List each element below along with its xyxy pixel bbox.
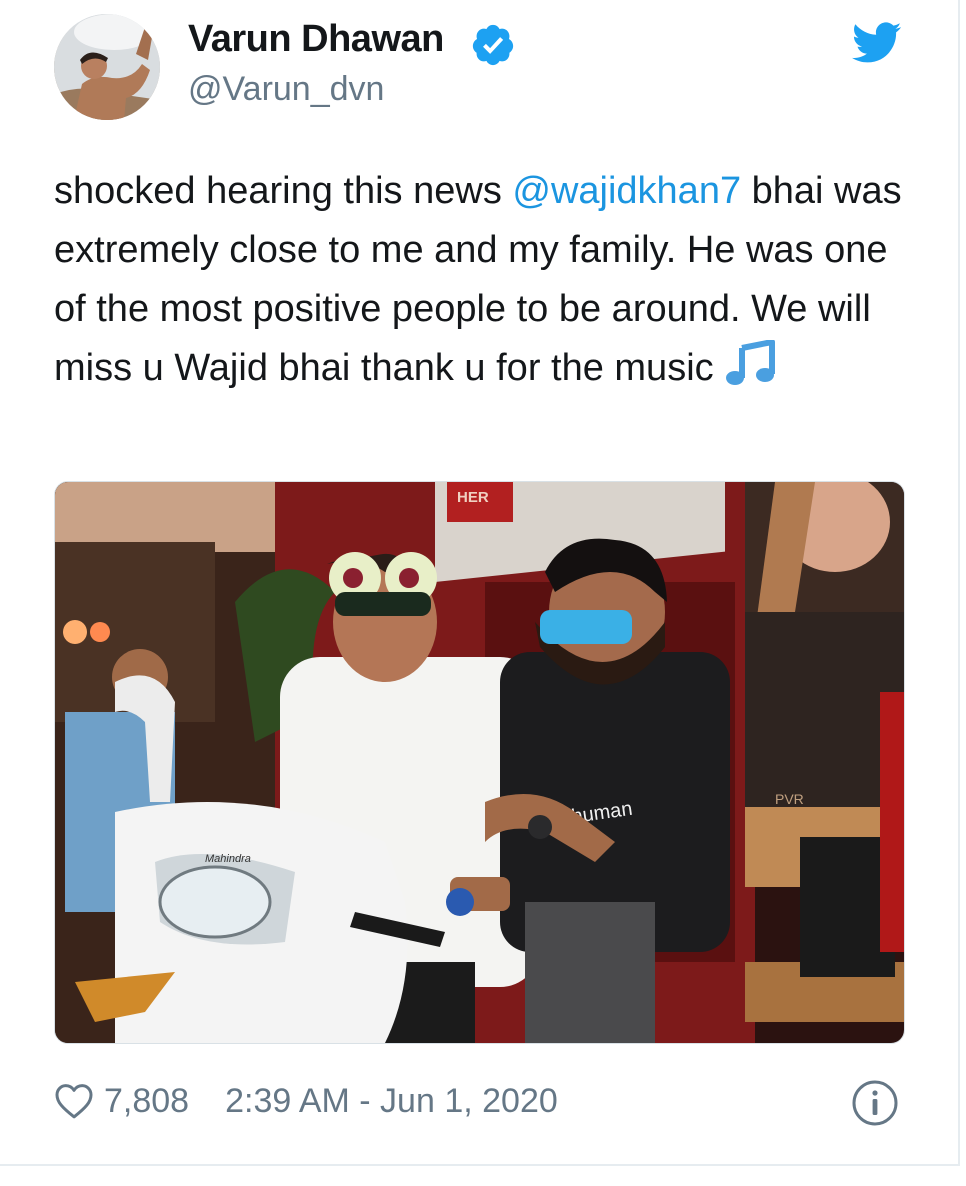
like-count[interactable]: 7,808 [104,1082,189,1121]
photo-scooter-brand: Mahindra [205,853,251,865]
twitter-bird-icon[interactable] [852,22,902,64]
tweet-card: Varun Dhawan @Varun_dvn shocked hearing … [0,0,960,1166]
photo-banner-text: PVR [775,791,804,807]
display-name[interactable]: Varun Dhawan [188,18,444,61]
info-icon[interactable] [850,1078,900,1128]
tweet-text: shocked hearing this news @wajidkhan7 bh… [54,162,924,398]
mention-link[interactable]: @wajidkhan7 [512,170,741,212]
verified-badge-icon [472,24,514,66]
tweet-timestamp[interactable]: 2:39 AM - Jun 1, 2020 [225,1082,558,1121]
photo-scene: HER PVR ng human Mahindra [55,482,904,1043]
tweet-photo[interactable]: HER PVR ng human Mahindra [54,481,905,1044]
tweet-footer: 7,808 2:39 AM - Jun 1, 2020 [54,1078,558,1124]
music-notes-icon [725,340,775,385]
avatar[interactable] [54,14,160,120]
photo-sign-text: HER [457,489,489,506]
tweet-text-part: shocked hearing this news [54,170,513,212]
heart-icon[interactable] [54,1082,94,1120]
user-handle[interactable]: @Varun_dvn [188,70,384,109]
avatar-image [54,14,160,120]
